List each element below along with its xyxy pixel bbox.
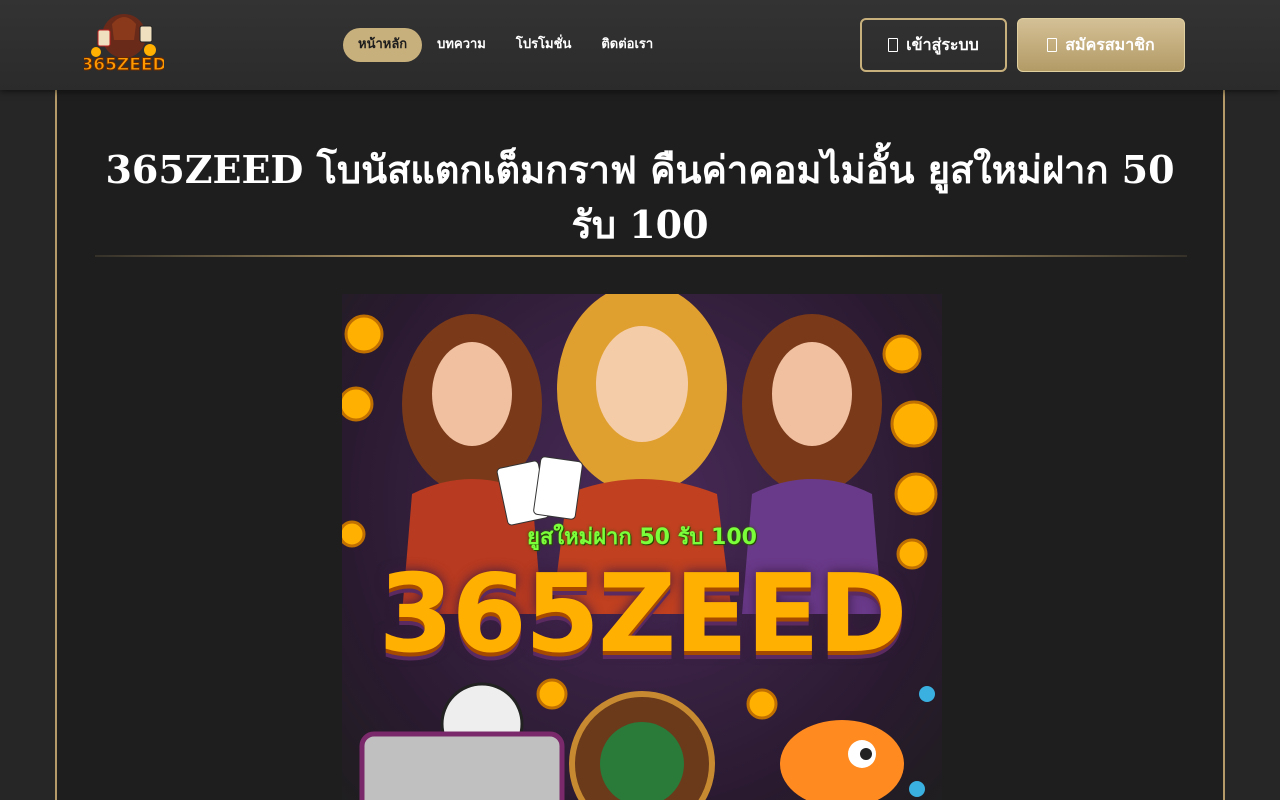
user-plus-icon — [1047, 38, 1058, 52]
nav-item-articles[interactable]: บทความ — [422, 28, 501, 62]
register-button[interactable]: สมัครสมาชิก — [1017, 18, 1185, 72]
nav-item-home[interactable]: หน้าหลัก — [343, 28, 423, 62]
page-title: 365ZEED โบนัสแตกเต็มกราฟ คืนค่าคอมไม่อั้… — [105, 147, 1175, 247]
promo-banner-image: ยูสใหม่ฝาก 50 รับ 100 365ZEED — [342, 294, 942, 800]
banner-tagline: ยูสใหม่ฝาก 50 รับ 100 — [527, 525, 757, 550]
logo-text: 365ZEED — [84, 55, 164, 75]
site-header: 365ZEED หน้าหลัก บทความ โปรโมชั่น ติดต่อ… — [0, 0, 1280, 90]
register-button-label: สมัครสมาชิก — [1065, 34, 1155, 54]
login-button-label: เข้าสู่ระบบ — [906, 34, 979, 54]
title-divider — [95, 255, 1187, 257]
main-content: 365ZEED โบนัสแตกเต็มกราฟ คืนค่าคอมไม่อั้… — [55, 90, 1225, 800]
nav-item-promotions[interactable]: โปรโมชั่น — [501, 28, 586, 62]
nav-item-contact[interactable]: ติดต่อเรา — [586, 28, 668, 62]
main-nav: หน้าหลัก บทความ โปรโมชั่น ติดต่อเรา — [343, 28, 668, 62]
banner-brand-text: 365ZEED — [378, 552, 908, 677]
login-icon — [888, 38, 899, 52]
login-button[interactable]: เข้าสู่ระบบ — [860, 18, 1007, 72]
site-logo[interactable]: 365ZEED — [84, 10, 164, 78]
